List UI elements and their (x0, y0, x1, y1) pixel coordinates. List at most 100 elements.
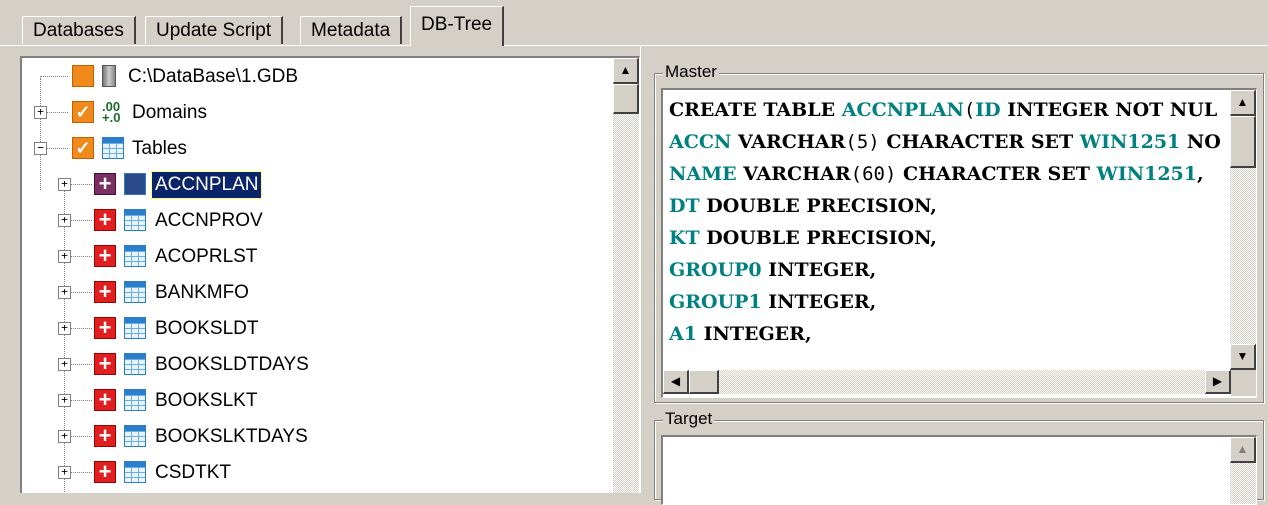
tab-baseline (0, 45, 1268, 46)
master-sql-editor[interactable]: CREATE TABLE ACCNPLAN(ID INTEGER NOT NUL… (661, 88, 1257, 398)
sql-line: KT DOUBLE PRECISION, (669, 222, 937, 254)
expand-icon[interactable]: + (34, 106, 47, 119)
tree-item-table[interactable]: + + ACCNPROV (22, 202, 614, 238)
scroll-up-button[interactable]: ▲ (1230, 90, 1256, 116)
sql-token: WIN1251 (1096, 163, 1197, 185)
tree-item-table[interactable]: + + CSDTKT (22, 454, 614, 490)
scroll-corner (1231, 370, 1256, 396)
add-icon[interactable]: + (94, 389, 116, 411)
tree-item-table[interactable]: + + BOOKSLKTDAYS (22, 418, 614, 454)
sql-token: ACCNPLAN (841, 99, 964, 121)
add-icon[interactable]: + (94, 173, 116, 195)
tree-vertical-scrollbar[interactable]: ▲ (613, 58, 639, 493)
tab-metadata[interactable]: Metadata (300, 16, 403, 44)
sql-token: VARCHAR (736, 163, 851, 185)
scroll-thumb[interactable] (613, 84, 639, 114)
scroll-up-button[interactable]: ▲ (613, 58, 639, 84)
sql-token: DOUBLE PRECISION, (699, 195, 937, 217)
sql-token: , (1196, 163, 1204, 185)
add-icon[interactable]: + (94, 425, 116, 447)
add-icon[interactable]: + (94, 461, 116, 483)
tree-label: Tables (132, 138, 187, 159)
target-group: Target ▲ (654, 408, 1264, 505)
db-tree-view[interactable]: C:\DataBase\1.GDB + ✓ .00 +.0 Domains − ✓… (20, 56, 640, 493)
expand-icon[interactable]: + (58, 430, 71, 443)
expand-icon[interactable]: + (58, 214, 71, 227)
sql-token: NAME (669, 163, 737, 185)
database-icon (102, 65, 116, 87)
sql-token: A1 (669, 323, 697, 345)
scroll-down-button[interactable]: ▼ (1230, 344, 1256, 370)
domains-icon: .00 +.0 (102, 99, 121, 125)
database-path: C:\DataBase\1.GDB (128, 66, 299, 87)
expand-icon[interactable]: + (58, 358, 71, 371)
tree-item-table[interactable]: + + ACOPRLST (22, 238, 614, 274)
sql-token: (60) (850, 163, 897, 185)
tree-label: CSDTKT (155, 462, 231, 483)
sql-token: DT (669, 195, 700, 217)
sql-token: INTEGER, (761, 259, 877, 281)
master-horizontal-scrollbar[interactable]: ◀ ▶ (663, 370, 1231, 394)
tree-item-table[interactable]: + + BANKMFO (22, 274, 614, 310)
table-icon (124, 353, 146, 375)
tree-label: BANKMFO (155, 282, 249, 303)
table-icon (124, 281, 146, 303)
expand-icon[interactable]: + (58, 178, 71, 191)
sql-token: NO (1180, 131, 1221, 153)
scroll-thumb[interactable] (689, 370, 719, 394)
expand-icon[interactable]: + (58, 322, 71, 335)
tree-label: BOOKSLKTDAYS (155, 426, 308, 447)
tree-item-table[interactable]: + + BOOKSLKT (22, 382, 614, 418)
tree-item-tables[interactable]: − ✓ Tables (22, 130, 614, 166)
target-vertical-scrollbar[interactable]: ▲ (1230, 437, 1256, 504)
sql-token: VARCHAR (731, 131, 846, 153)
scroll-thumb[interactable] (1230, 116, 1256, 168)
collapse-icon[interactable]: − (34, 142, 47, 155)
add-icon[interactable]: + (94, 209, 116, 231)
tab-update-script[interactable]: Update Script (145, 16, 284, 44)
sql-token: CREATE TABLE (669, 99, 842, 121)
sql-line: GROUP1 INTEGER, (669, 286, 876, 318)
sql-line: NAME VARCHAR(60) CHARACTER SET WIN1251, (669, 158, 1204, 190)
sql-line: CREATE TABLE ACCNPLAN(ID INTEGER NOT NUL (669, 94, 1217, 126)
sql-line: DT DOUBLE PRECISION, (669, 190, 937, 222)
sql-line: ACCN VARCHAR(5) CHARACTER SET WIN1251 NO (669, 126, 1221, 158)
sql-token: ( (963, 99, 976, 121)
checkbox-icon[interactable]: ✓ (72, 101, 94, 123)
sql-token: INTEGER, (761, 291, 877, 313)
add-icon[interactable]: + (94, 281, 116, 303)
sql-token: WIN1251 (1079, 131, 1181, 153)
table-icon (124, 317, 146, 339)
tree-item-table[interactable]: + + BOOKSLDT (22, 310, 614, 346)
tree-item-database[interactable]: C:\DataBase\1.GDB (22, 58, 614, 94)
panel-splitter[interactable] (640, 46, 649, 493)
scroll-left-button[interactable]: ◀ (663, 370, 689, 394)
sql-token: INTEGER, (696, 323, 812, 345)
table-icon (124, 173, 146, 195)
tree-label: Domains (132, 102, 207, 123)
expand-icon[interactable]: + (58, 466, 71, 479)
add-icon[interactable]: + (94, 245, 116, 267)
master-title: Master (663, 61, 719, 83)
tree-label: ACCNPLAN (150, 171, 263, 199)
add-icon[interactable]: + (94, 353, 116, 375)
tree-item-domains[interactable]: + ✓ .00 +.0 Domains (22, 94, 614, 130)
tree-label: ACOPRLST (155, 246, 258, 267)
tree-item-table[interactable]: + + BOOKSLDTDAYS (22, 346, 614, 382)
tree-line (40, 76, 68, 77)
scroll-up-button[interactable]: ▲ (1230, 437, 1256, 463)
scroll-right-button[interactable]: ▶ (1205, 370, 1231, 394)
tree-item-table[interactable]: + + ACCNPLAN (22, 166, 614, 202)
checkbox-icon[interactable]: ✓ (72, 137, 94, 159)
expand-icon[interactable]: + (58, 250, 71, 263)
expand-icon[interactable]: + (58, 286, 71, 299)
tab-databases[interactable]: Databases (22, 16, 136, 44)
master-vertical-scrollbar[interactable]: ▲ ▼ (1230, 90, 1256, 370)
refresh-icon (72, 65, 94, 87)
add-icon[interactable]: + (94, 317, 116, 339)
expand-icon[interactable]: + (58, 394, 71, 407)
tab-db-tree[interactable]: DB-Tree (410, 6, 505, 46)
table-icon (124, 245, 146, 267)
target-sql-editor[interactable]: ▲ (661, 435, 1257, 505)
sql-token: ID (975, 99, 1001, 121)
